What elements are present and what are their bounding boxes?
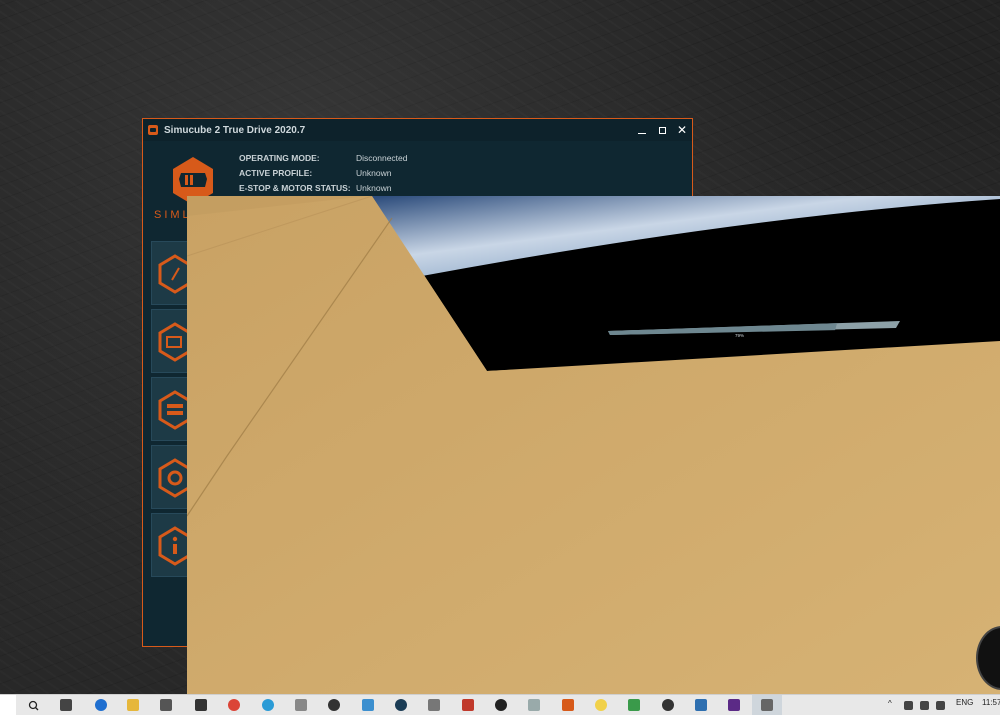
loading-progress-bar [608,321,900,335]
sidebar-nav [151,241,197,581]
task-view-icon[interactable] [60,699,72,711]
app-icon [148,125,158,135]
app-headset-icon[interactable] [495,699,507,711]
app-tools-icon[interactable] [728,699,740,711]
tray-volume-icon[interactable] [936,701,945,710]
app-window-icon[interactable] [362,699,374,711]
app-target-icon[interactable] [662,699,674,711]
window-title: Simucube 2 True Drive 2020.7 [164,124,306,136]
minimize-icon [638,132,646,134]
settings-gear-icon[interactable] [328,699,340,711]
store-icon[interactable] [160,699,172,711]
status-label: E-STOP & MOTOR STATUS: [239,183,351,193]
app-bug-icon[interactable] [428,699,440,711]
status-row-operating-mode: OPERATING MODE: Disconnected [239,151,408,166]
edge-browser-icon[interactable] [95,699,107,711]
app-doc-icon[interactable] [295,699,307,711]
status-label: ACTIVE PROFILE: [239,168,313,178]
app-red-icon[interactable] [462,699,474,711]
status-value: Unknown [356,183,392,193]
app-smiley-icon[interactable] [595,699,607,711]
status-value: Unknown [356,168,392,178]
tray-chevron-icon[interactable]: ^ [888,699,892,708]
close-icon: ✕ [676,123,688,137]
language-indicator[interactable]: ENG [956,698,973,707]
game-scene [187,196,1000,694]
close-button[interactable]: ✕ [672,119,692,141]
taskbar: ^ ENG 11:57 [0,694,1000,715]
game-view[interactable]: 79% [187,196,1000,694]
tray-network-icon[interactable] [920,701,929,710]
status-row-active-profile: ACTIVE PROFILE: Unknown [239,166,408,181]
simucube-taskbar-icon[interactable] [562,699,574,711]
game-taskbar-icon[interactable] [761,699,773,711]
progress-track [608,321,900,335]
title-bar[interactable]: Simucube 2 True Drive 2020.7 ✕ [143,119,692,141]
app-pen-icon[interactable] [528,699,540,711]
app-pi-icon[interactable] [262,699,274,711]
status-row-estop: E-STOP & MOTOR STATUS: Unknown [239,181,408,196]
file-explorer-icon[interactable] [127,699,139,711]
start-button[interactable] [0,695,16,715]
search-icon[interactable] [28,700,39,711]
tray-device-icon[interactable] [904,701,913,710]
app-green-icon[interactable] [628,699,640,711]
minimize-button[interactable] [632,119,652,141]
progress-label: 79% [735,333,745,338]
app-chart-icon[interactable] [695,699,707,711]
status-label: OPERATING MODE: [239,153,320,163]
status-panel: OPERATING MODE: Disconnected ACTIVE PROF… [239,151,408,196]
mail-icon[interactable] [195,699,207,711]
clock[interactable]: 11:57 [982,698,1000,707]
maximize-icon [658,126,666,134]
status-value: Disconnected [356,153,408,163]
chrome-icon[interactable] [228,699,240,711]
maximize-button[interactable] [652,119,672,141]
app-clock-icon[interactable] [395,699,407,711]
